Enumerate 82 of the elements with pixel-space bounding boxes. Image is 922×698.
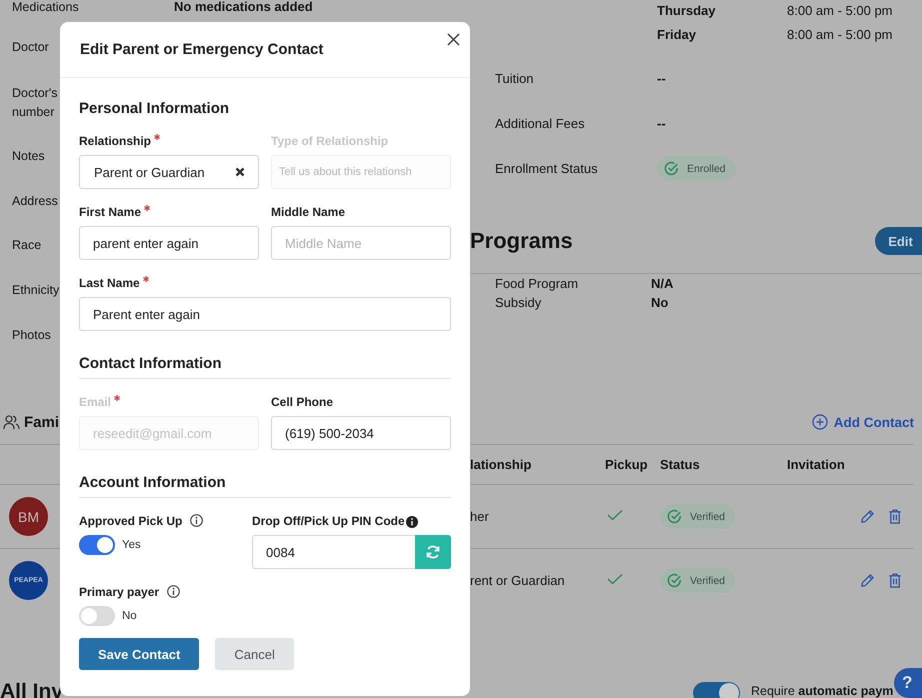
- field-value: No medications added: [174, 0, 313, 14]
- field-label: Enrollment Status: [495, 161, 599, 176]
- column-header: lationship: [470, 457, 532, 472]
- column-header: Invitation: [787, 457, 845, 472]
- field-label: Medications: [12, 0, 79, 14]
- clear-icon[interactable]: [235, 167, 245, 177]
- refresh-button[interactable]: [415, 535, 451, 569]
- field-label: Drop Off/Pick Up PIN Code: [252, 514, 405, 529]
- plus-circle-icon: [812, 414, 828, 430]
- edit-button[interactable]: Edit: [875, 227, 922, 255]
- check-circle-icon: [664, 161, 679, 176]
- toggle-switch[interactable]: [79, 606, 115, 626]
- section-heading: Account Information: [79, 474, 451, 498]
- refresh-icon: [425, 544, 441, 560]
- field-value: --: [657, 116, 666, 131]
- people-icon: [3, 414, 20, 430]
- day-label: Friday: [657, 26, 698, 42]
- field-label: Middle Name: [271, 205, 346, 220]
- pin-input[interactable]: 0084: [252, 535, 415, 569]
- field-label: Doctor's number: [12, 86, 58, 119]
- section-heading: Contact Information: [79, 355, 451, 379]
- text-input[interactable]: (619) 500-2034: [271, 416, 451, 450]
- column-header: Pickup: [605, 457, 648, 472]
- check-circle-icon: [667, 573, 682, 588]
- hours-text: 8:00 am - 5:00 pm: [787, 26, 892, 42]
- info-icon[interactable]: [406, 516, 418, 528]
- field-label: Tuition: [495, 71, 535, 86]
- field-label: Subsidy: [495, 295, 542, 310]
- field-label: Cell Phone: [271, 395, 334, 410]
- section-heading: All Inv: [0, 680, 60, 698]
- section-heading: Programs: [470, 228, 573, 254]
- section-heading: Fami: [24, 414, 60, 430]
- field-label: Food Program: [495, 276, 580, 291]
- trash-icon[interactable]: [888, 509, 902, 524]
- table-cell-text: rent or Guardian: [470, 573, 566, 588]
- field-label: Relationship: [79, 134, 152, 149]
- field-label: Email: [79, 395, 112, 410]
- text-input[interactable]: Parent enter again: [79, 297, 451, 331]
- column-header: Status: [660, 457, 700, 472]
- avatar: BM: [9, 497, 48, 536]
- info-icon[interactable]: [167, 585, 180, 598]
- toggle-label: Require automatic paym: [751, 684, 894, 698]
- close-icon[interactable]: [447, 33, 460, 46]
- field-value: No: [651, 295, 668, 310]
- field-label: Ethnicity: [12, 283, 60, 297]
- edit-icon[interactable]: [860, 573, 875, 588]
- field-value: --: [657, 71, 666, 86]
- add-contact-link[interactable]: Add Contact: [812, 414, 914, 430]
- toggle-state: No: [122, 610, 137, 622]
- hours-text: 8:00 am - 5:00 pm: [787, 2, 892, 18]
- field-label: Type of Relationship: [271, 134, 388, 149]
- field-label: Notes: [12, 149, 45, 163]
- field-label: Race: [12, 238, 42, 252]
- field-label: Approved Pick Up: [79, 514, 182, 529]
- edit-icon[interactable]: [860, 509, 875, 524]
- table-cell-text: her: [470, 509, 490, 524]
- field-label: First Name: [79, 205, 142, 220]
- field-label: Additional Fees: [495, 116, 586, 131]
- cancel-button[interactable]: Cancel: [215, 638, 294, 670]
- field-label: Doctor: [12, 40, 49, 54]
- status-text: Verified: [690, 574, 726, 586]
- info-icon[interactable]: [190, 514, 204, 527]
- field-label: Photos: [12, 328, 51, 342]
- help-button[interactable]: ?: [894, 668, 922, 698]
- section-heading: Personal Information: [79, 100, 230, 118]
- relationship-select[interactable]: Parent or Guardian: [79, 155, 259, 189]
- save-button[interactable]: Save Contact: [79, 638, 200, 670]
- text-input[interactable]: Middle Name: [271, 226, 451, 260]
- day-label: Thursday: [657, 2, 717, 18]
- status-text: Enrolled: [687, 162, 726, 174]
- field-label: Primary payer: [79, 585, 160, 600]
- check-circle-icon: [667, 509, 682, 524]
- toggle-state: Yes: [122, 539, 141, 551]
- toggle-switch[interactable]: [693, 682, 740, 698]
- field-label: Address: [12, 194, 58, 208]
- text-input[interactable]: parent enter again: [79, 226, 259, 260]
- field-label: Last Name: [79, 276, 140, 291]
- toggle-switch[interactable]: [79, 535, 115, 555]
- field-value: N/A: [651, 276, 674, 291]
- status-text: Verified: [690, 510, 726, 522]
- trash-icon[interactable]: [888, 573, 902, 588]
- dialog-title: Edit Parent or Emergency Contact: [80, 41, 324, 58]
